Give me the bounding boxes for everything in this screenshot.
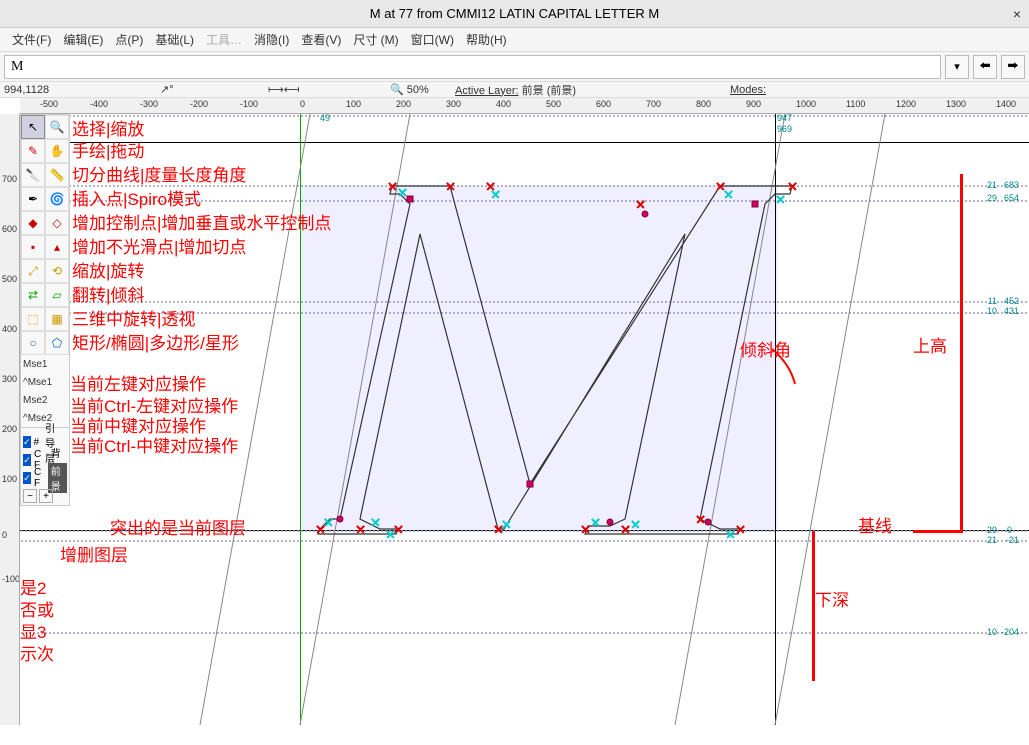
mse1-label: Mse1 <box>21 355 69 373</box>
coordinates: 994,1128 <box>4 84 144 96</box>
tool-poly[interactable]: ⬠ <box>45 331 69 355</box>
menu-dim[interactable]: 尺寸 (M) <box>347 29 404 50</box>
close-icon[interactable]: × <box>1013 6 1021 22</box>
ann-cmse2: 当前Ctrl-中键对应操作 <box>70 432 238 457</box>
ctrl-mse1-label: ^Mse1 <box>21 373 69 391</box>
ann-baseline: 基线 <box>858 512 892 537</box>
tool-zoom[interactable]: 🔍 <box>45 115 69 139</box>
ann-shici: 示次 <box>20 640 54 665</box>
tool-measure[interactable]: 📏 <box>45 163 69 187</box>
add-layer-button[interactable]: + <box>39 489 53 503</box>
modes-label: Modes: <box>730 84 766 96</box>
ann-caph: 上高 <box>913 332 947 357</box>
tool-rect[interactable]: ○ <box>21 331 45 355</box>
ann-flip: 翻转|倾斜 <box>72 281 144 306</box>
ann-knife: 切分曲线|度量长度角度 <box>72 161 246 186</box>
layer-visible-check[interactable]: ✓ <box>23 472 31 484</box>
horizontal-ruler: -500 -400 -300 -200 -100 0 100 200 300 4… <box>20 98 1029 114</box>
next-char-button[interactable]: 🠲 <box>1001 55 1025 79</box>
remove-layer-button[interactable]: − <box>23 489 37 503</box>
tool-scale[interactable]: ⤢ <box>21 259 45 283</box>
ann-3d: 三维中旋转|透视 <box>72 305 195 330</box>
glyph-canvas[interactable]: 49 947 969 21 683 29 654 11 452 10 431 2… <box>20 114 1029 725</box>
zoom-display: 🔍 50% <box>390 83 429 96</box>
layer-visible-check[interactable]: ✓ <box>23 454 31 466</box>
menu-edit[interactable]: 编辑(E) <box>57 29 109 50</box>
tool-flip[interactable]: ⇄ <box>21 283 45 307</box>
ann-adddel: 增删图层 <box>60 541 128 566</box>
tool-rotate[interactable]: ⟲ <box>45 259 69 283</box>
infobar: 994,1128 ↗° ⟼⟻ 🔍 50% Active Layer: 前景 (前… <box>0 82 1029 98</box>
tool-tangent-point[interactable]: ▴ <box>45 235 69 259</box>
menu-hint[interactable]: 消隐(I) <box>248 29 295 50</box>
angle-icon: ↗° <box>160 83 174 96</box>
ruler-icon: ⟼⟻ <box>268 83 300 96</box>
tool-pen[interactable]: ✒ <box>21 187 45 211</box>
charbar: ▾ 🠰 🠲 <box>0 52 1029 82</box>
ann-pen: 插入点|Spiro模式 <box>72 185 201 210</box>
tool-skew[interactable]: ▱ <box>45 283 69 307</box>
menu-point[interactable]: 点(P) <box>109 29 149 50</box>
ann-corner: 增加不光滑点|增加切点 <box>72 233 246 258</box>
tool-knife[interactable]: 🔪 <box>21 163 45 187</box>
menu-file[interactable]: 文件(F) <box>6 29 57 50</box>
menu-help[interactable]: 帮助(H) <box>460 29 513 50</box>
tool-perspective[interactable]: ▦ <box>45 307 69 331</box>
vertical-ruler: 700 600 500 400 300 200 100 0 -100 <box>0 114 20 725</box>
window-title: M at 77 from CMMI12 LATIN CAPITAL LETTER… <box>370 6 659 21</box>
menu-window[interactable]: 窗口(W) <box>405 29 460 50</box>
menubar: 文件(F) 编辑(E) 点(P) 基础(L) 工具… 消隐(I) 查看(V) 尺… <box>0 28 1029 52</box>
ann-rect: 矩形/椭圆|多边形/星形 <box>72 329 239 354</box>
tool-hv-point[interactable]: ◇ <box>45 211 69 235</box>
tool-spiro[interactable]: 🌀 <box>45 187 69 211</box>
tool-freehand[interactable]: ✎ <box>21 139 45 163</box>
tool-curve-point[interactable]: ◆ <box>21 211 45 235</box>
titlebar: M at 77 from CMMI12 LATIN CAPITAL LETTER… <box>0 0 1029 28</box>
ann-scale: 缩放|旋转 <box>72 257 144 282</box>
char-input[interactable] <box>4 55 941 79</box>
ann-slant: 倾斜角 <box>740 336 791 361</box>
tool-rotate3d[interactable]: ⬚ <box>21 307 45 331</box>
tool-corner-point[interactable]: ▪ <box>21 235 45 259</box>
ann-freehand: 手绘|拖动 <box>72 137 144 162</box>
mse2-label: Mse2 <box>21 391 69 409</box>
prev-char-button[interactable]: 🠰 <box>973 55 997 79</box>
tool-panel: ↖ 🔍 ✎ ✋ 🔪 📏 ✒ 🌀 ◆ ◇ ▪ ▴ <box>20 114 70 506</box>
char-dropdown[interactable]: ▾ <box>945 55 969 79</box>
ann-curve: 增加控制点|增加垂直或水平控制点 <box>72 209 331 234</box>
tool-pointer[interactable]: ↖ <box>21 115 45 139</box>
active-layer-label: Active Layer: 前景 (前景) <box>455 82 576 98</box>
menu-view[interactable]: 查看(V) <box>295 29 347 50</box>
tool-hand[interactable]: ✋ <box>45 139 69 163</box>
menu-base[interactable]: 基础(L) <box>149 29 200 50</box>
workarea: 700 600 500 400 300 200 100 0 -100 <box>0 114 1029 725</box>
ann-depth: 下深 <box>815 586 849 611</box>
layer-row-fg[interactable]: ✓ C F 前景 <box>21 469 69 487</box>
ann-currentlayer: 突出的是当前图层 <box>110 514 246 539</box>
menu-tool: 工具… <box>200 29 248 50</box>
layer-visible-check[interactable]: ✓ <box>23 436 31 448</box>
